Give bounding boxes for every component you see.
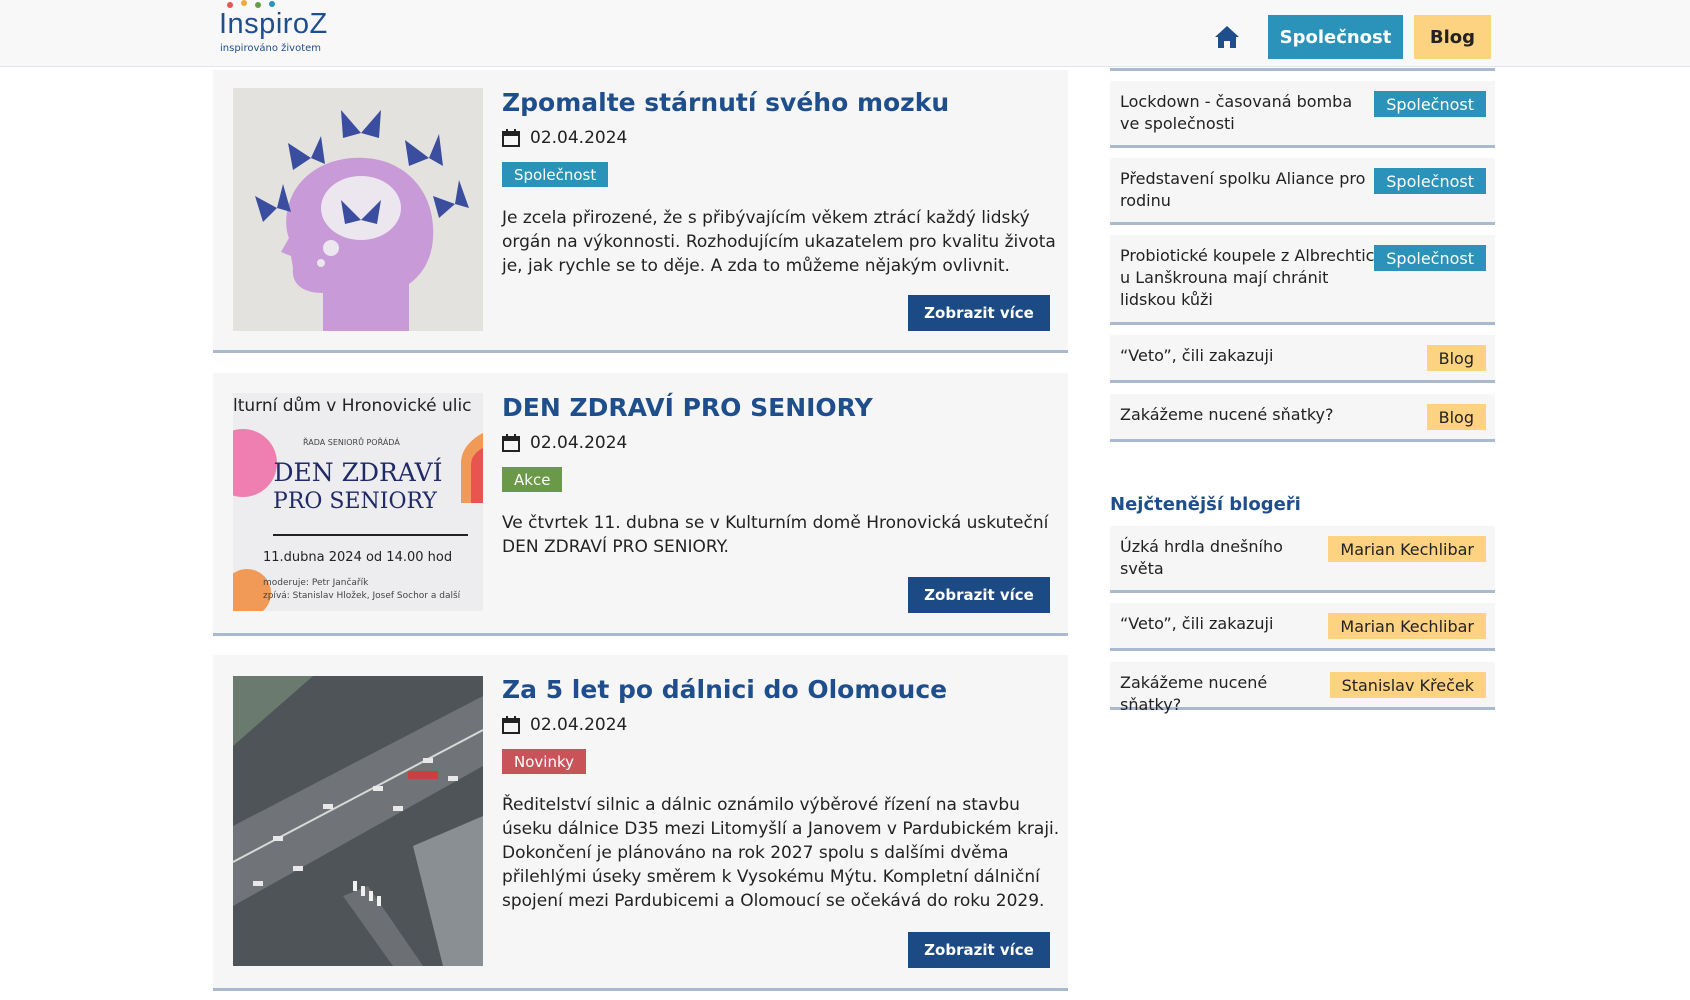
category-badge[interactable]: Společnost xyxy=(502,162,609,187)
calendar-icon xyxy=(502,129,520,147)
sidebar-item[interactable]: Představení spolku Aliance pro rodinu Sp… xyxy=(1110,158,1495,225)
article-date: 02.04.2024 xyxy=(502,715,627,735)
home-icon[interactable] xyxy=(1214,24,1240,50)
article-card: Zpomalte stárnutí svého mozku 02.04.2024… xyxy=(213,70,1068,353)
sidebar-item[interactable]: Lockdown - časovaná bomba ve společnosti… xyxy=(1110,81,1495,148)
sidebar-item-title[interactable]: Zakážeme nucené sňatky? xyxy=(1120,404,1375,426)
article-title[interactable]: DEN ZDRAVÍ PRO SENIORY xyxy=(502,393,873,422)
blogger-author[interactable]: Marian Kechlibar xyxy=(1328,613,1486,639)
image-line1: lturní dům v Hronovické ulic xyxy=(233,396,472,416)
article-date: 02.04.2024 xyxy=(502,128,627,148)
blogger-item[interactable]: Úzká hrdla dnešního světa Marian Kechlib… xyxy=(1110,526,1495,593)
nav-spolecnost-button[interactable]: Společnost xyxy=(1268,15,1403,59)
sidebar-item-tag[interactable]: Společnost xyxy=(1374,168,1486,194)
image-mod: moderuje: Petr Jančařík xyxy=(263,577,369,588)
site-header: InspiroZ inspirováno životem Společnost … xyxy=(0,0,1690,67)
image-sing: zpívá: Stanislav Hložek, Josef Sochor a … xyxy=(263,590,461,601)
sidebar-item-tag[interactable]: Blog xyxy=(1426,404,1486,430)
category-badge[interactable]: Akce xyxy=(502,467,563,492)
show-more-button[interactable]: Zobrazit více xyxy=(908,295,1050,331)
nav-blog-button[interactable]: Blog xyxy=(1414,15,1491,59)
image-small: ŘADA SENIORŮ POŘÁDÁ xyxy=(303,436,400,447)
blogger-author[interactable]: Stanislav Křeček xyxy=(1329,672,1486,698)
image-date: 11.dubna 2024 od 14.00 hod xyxy=(263,550,452,565)
calendar-icon xyxy=(502,716,520,734)
article-image[interactable]: lturní dům v Hronovické ulic ŘADA SENIOR… xyxy=(233,393,483,611)
image-line2: DEN ZDRAVÍ xyxy=(273,458,442,487)
blogger-item[interactable]: “Veto”, čili zakazuji Marian Kechlibar xyxy=(1110,603,1495,651)
blogger-item[interactable]: Zakážeme nucené sňatky? Stanislav Křeček xyxy=(1110,662,1495,714)
article-title[interactable]: Zpomalte stárnutí svého mozku xyxy=(502,88,949,117)
sidebar-item[interactable]: Zakážeme nucené sňatky? Blog xyxy=(1110,394,1495,442)
sidebar-item-tag[interactable]: Společnost xyxy=(1374,245,1486,271)
sidebar-divider xyxy=(1110,68,1495,71)
article-date: 02.04.2024 xyxy=(502,433,627,453)
sidebar-item-tag[interactable]: Společnost xyxy=(1374,91,1486,117)
logo-text: InspiroZ xyxy=(219,8,328,40)
article-card: Za 5 let po dálnici do Olomouce 02.04.20… xyxy=(213,655,1068,991)
bloggers-section-title: Nejčtenější blogeři xyxy=(1110,494,1301,515)
calendar-icon xyxy=(502,434,520,452)
sidebar-item-title[interactable]: Lockdown - časovaná bomba ve společnosti xyxy=(1120,91,1375,135)
article-excerpt: Ve čtvrtek 11. dubna se v Kulturním domě… xyxy=(502,513,1049,557)
article-date-text: 02.04.2024 xyxy=(530,128,628,148)
sidebar-item-title[interactable]: Představení spolku Aliance pro rodinu xyxy=(1120,168,1375,212)
sidebar-item-title[interactable]: “Veto”, čili zakazuji xyxy=(1120,345,1375,367)
article-date-text: 02.04.2024 xyxy=(530,433,628,453)
article-excerpt: Ředitelství silnic a dálnic oznámilo výb… xyxy=(502,795,1060,911)
sidebar-item-tag[interactable]: Blog xyxy=(1426,345,1486,371)
show-more-button[interactable]: Zobrazit více xyxy=(908,577,1050,613)
article-image[interactable] xyxy=(233,676,483,966)
blogger-author[interactable]: Marian Kechlibar xyxy=(1328,536,1486,562)
article-excerpt: Je zcela přirozené, že s přibývajícím vě… xyxy=(502,208,1056,276)
sidebar-item[interactable]: Probiotické koupele z Albrechtic u Lanšk… xyxy=(1110,235,1495,325)
category-badge[interactable]: Novinky xyxy=(502,749,586,774)
sidebar-item-title[interactable]: Probiotické koupele z Albrechtic u Lanšk… xyxy=(1120,245,1375,311)
site-logo[interactable]: InspiroZ inspirováno životem xyxy=(219,0,329,60)
article-date-text: 02.04.2024 xyxy=(530,715,628,735)
logo-tagline: inspirováno životem xyxy=(220,43,322,54)
blogger-item-title[interactable]: Úzká hrdla dnešního světa xyxy=(1120,536,1320,580)
image-line3: PRO SENIORY xyxy=(273,489,437,514)
article-title[interactable]: Za 5 let po dálnici do Olomouce xyxy=(502,675,947,704)
blogger-item-title[interactable]: “Veto”, čili zakazuji xyxy=(1120,613,1320,635)
show-more-button[interactable]: Zobrazit více xyxy=(908,932,1050,968)
article-image[interactable] xyxy=(233,88,483,331)
sidebar-item[interactable]: “Veto”, čili zakazuji Blog xyxy=(1110,335,1495,383)
blogger-item-title[interactable]: Zakážeme nucené sňatky? xyxy=(1120,672,1330,716)
article-card: lturní dům v Hronovické ulic ŘADA SENIOR… xyxy=(213,373,1068,636)
